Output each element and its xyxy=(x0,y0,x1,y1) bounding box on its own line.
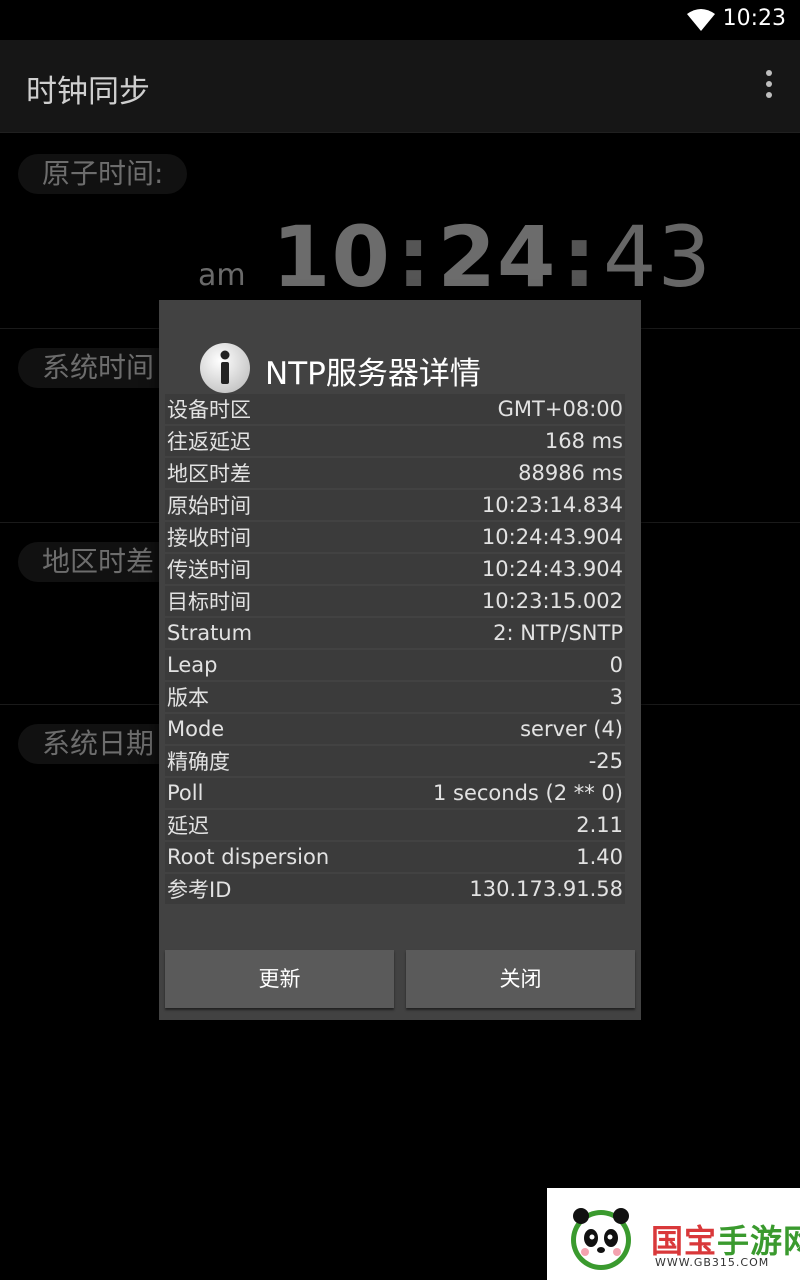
detail-label: 精确度 xyxy=(167,750,230,774)
detail-label: Poll xyxy=(167,781,204,805)
detail-value: 10:24:43.904 xyxy=(481,557,623,581)
detail-row-round-trip: 往返延迟 168 ms xyxy=(165,426,625,456)
details-list: 设备时区 GMT+08:00 往返延迟 168 ms 地区时差 88986 ms 原始… xyxy=(165,394,625,906)
detail-row-leap: Leap 0 xyxy=(165,650,625,680)
detail-label: Stratum xyxy=(167,621,253,645)
detail-row-version: 版本 3 xyxy=(165,682,625,712)
system-time-label: 系统时间 xyxy=(18,348,179,388)
detail-value: 0 xyxy=(609,653,623,677)
detail-value: 10:23:15.002 xyxy=(481,589,623,613)
detail-value: 1 seconds (2 ** 0) xyxy=(432,781,623,805)
detail-row-mode: Mode server (4) xyxy=(165,714,625,744)
detail-label: 原始时间 xyxy=(167,494,251,518)
detail-row-offset: 地区时差 88986 ms xyxy=(165,458,625,488)
detail-row-root-dispersion: Root dispersion 1.40 xyxy=(165,842,625,872)
detail-value: GMT+08:00 xyxy=(497,397,623,421)
dialog-title: NTP服务器详情 xyxy=(265,356,481,392)
detail-value: 130.173.91.58 xyxy=(469,877,623,901)
region-diff-label: 地区时差 xyxy=(18,542,179,582)
detail-label: Leap xyxy=(167,653,218,677)
detail-label: 接收时间 xyxy=(167,526,251,550)
atomic-clock: 10:24:43 xyxy=(272,208,712,306)
detail-value: server (4) xyxy=(520,717,623,741)
detail-label: 传送时间 xyxy=(167,558,251,582)
detail-value: 10:23:14.834 xyxy=(481,493,623,517)
detail-row-poll: Poll 1 seconds (2 ** 0) xyxy=(165,778,625,808)
detail-label: Root dispersion xyxy=(167,845,330,869)
detail-row-reference-id: 参考ID 130.173.91.58 xyxy=(165,874,625,904)
detail-value: 2: NTP/SNTP xyxy=(493,621,623,645)
detail-row-timezone: 设备时区 GMT+08:00 xyxy=(165,394,625,424)
close-button[interactable]: 关闭 xyxy=(406,950,635,1008)
detail-label: Mode xyxy=(167,717,225,741)
ntp-details-dialog: NTP服务器详情 设备时区 GMT+08:00 往返延迟 168 ms 地区时差 88… xyxy=(159,300,641,1020)
detail-row-transmit: 传送时间 10:24:43.904 xyxy=(165,554,625,584)
detail-label: 往返延迟 xyxy=(167,430,251,454)
detail-label: 设备时区 xyxy=(167,398,251,422)
detail-row-delay: 延迟 2.11 xyxy=(165,810,625,840)
info-icon xyxy=(200,343,250,393)
watermark: 国宝手游网 WWW.GB315.COM xyxy=(547,1188,800,1280)
detail-label: 延迟 xyxy=(167,814,209,838)
detail-value: 168 ms xyxy=(544,429,623,453)
clock-minutes: 24 xyxy=(437,208,557,306)
detail-value: 88986 ms xyxy=(518,461,623,485)
detail-label: 版本 xyxy=(167,686,209,710)
am-pm-indicator: am xyxy=(198,258,246,293)
detail-label: 参考ID xyxy=(167,878,232,902)
detail-label: 目标时间 xyxy=(167,590,251,614)
detail-row-precision: 精确度 -25 xyxy=(165,746,625,776)
detail-row-origin: 原始时间 10:23:14.834 xyxy=(165,490,625,520)
detail-label: 地区时差 xyxy=(167,462,251,486)
panda-logo-icon xyxy=(571,1208,631,1270)
detail-value: 1.40 xyxy=(576,845,623,869)
detail-value: 2.11 xyxy=(576,813,623,837)
app-bar: 时钟同步 xyxy=(0,40,800,133)
overflow-menu-icon[interactable] xyxy=(764,70,774,104)
system-date-label: 系统日期 xyxy=(18,724,179,764)
detail-row-receive: 接收时间 10:24:43.904 xyxy=(165,522,625,552)
wifi-icon xyxy=(687,9,715,31)
app-title: 时钟同步 xyxy=(26,74,150,110)
detail-row-stratum: Stratum 2: NTP/SNTP xyxy=(165,618,625,648)
clock-seconds: 43 xyxy=(603,208,712,306)
clock-hours: 10 xyxy=(272,208,391,306)
detail-row-destination: 目标时间 10:23:15.002 xyxy=(165,586,625,616)
status-time: 10:23 xyxy=(722,6,786,31)
watermark-url: WWW.GB315.COM xyxy=(655,1256,770,1269)
detail-value: 10:24:43.904 xyxy=(481,525,623,549)
update-button[interactable]: 更新 xyxy=(165,950,394,1008)
status-bar: 10:23 xyxy=(0,0,800,40)
atomic-time-label: 原子时间: xyxy=(18,154,188,194)
detail-value: 3 xyxy=(609,685,623,709)
detail-value: -25 xyxy=(588,749,623,773)
